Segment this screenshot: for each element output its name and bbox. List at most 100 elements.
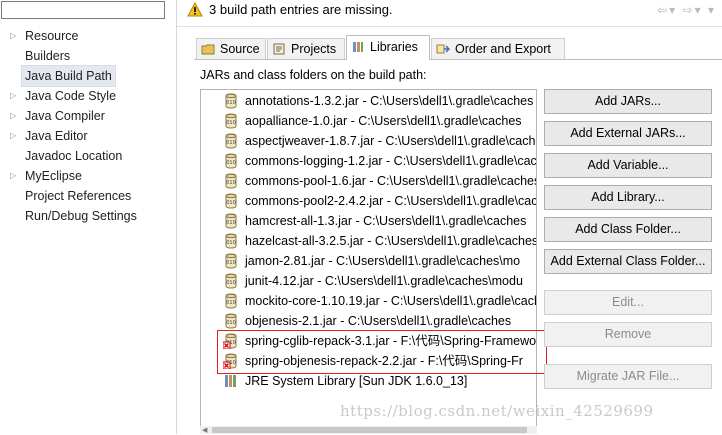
nav-item-label: Run/Debug Settings — [25, 209, 137, 223]
nav-item-java-code-style[interactable]: ▷ Java Code Style — [0, 86, 176, 106]
expand-arrow-icon[interactable]: ▷ — [10, 86, 20, 106]
svg-text:010: 010 — [226, 100, 236, 106]
entry-label: aopalliance-1.0.jar - C:\Users\dell1\.gr… — [245, 114, 522, 128]
jar-icon: 010 — [225, 213, 237, 229]
back-arrow-icon[interactable]: ⇦ — [657, 3, 669, 17]
order-export-icon — [436, 44, 450, 54]
forward-dropdown-icon[interactable]: ▾ — [695, 3, 703, 17]
header-separator — [177, 26, 722, 27]
svg-text:010: 010 — [226, 220, 236, 226]
add-jars-button[interactable]: Add JARs... — [544, 89, 712, 114]
history-nav[interactable]: ⇦▾ ⇨▾ ▾ — [657, 3, 716, 17]
panel-divider — [176, 0, 177, 434]
entry-label: hazelcast-all-3.2.5.jar - C:\Users\dell1… — [245, 234, 537, 248]
warning-icon — [187, 2, 203, 17]
entry-label: hamcrest-all-1.3.jar - C:\Users\dell1\.g… — [245, 214, 527, 228]
entry-label: jamon-2.81.jar - C:\Users\dell1\.gradle\… — [245, 254, 521, 268]
nav-item-label: Java Code Style — [25, 89, 117, 103]
tab-source[interactable]: Source — [196, 38, 266, 59]
nav-item-label: MyEclipse — [25, 169, 82, 183]
add-external-jars-button[interactable]: Add External JARs... — [544, 121, 712, 146]
tab-label: Libraries — [370, 40, 418, 54]
jar-icon: 010 — [225, 93, 237, 109]
nav-item-java-build-path[interactable]: Java Build Path — [0, 65, 176, 87]
add-external-class-folder-button[interactable]: Add External Class Folder... — [544, 249, 712, 274]
nav-item-run-debug-settings[interactable]: Run/Debug Settings — [0, 206, 176, 226]
svg-text:010: 010 — [226, 260, 236, 266]
expand-arrow-icon[interactable]: ▷ — [10, 26, 20, 46]
tab-label: Source — [220, 42, 260, 56]
annotation-highlight-box — [217, 330, 547, 374]
nav-item-java-editor[interactable]: ▷ Java Editor — [0, 126, 176, 146]
entry-label: mockito-core-1.10.19.jar - C:\Users\dell… — [245, 294, 537, 308]
svg-text:010: 010 — [226, 200, 236, 206]
jar-icon: 010 — [225, 193, 237, 209]
nav-item-resource[interactable]: ▷ Resource — [0, 26, 176, 46]
entry-label: objenesis-2.1.jar - C:\Users\dell1\.grad… — [245, 314, 512, 328]
entry-label: annotations-1.3.2.jar - C:\Users\dell1\.… — [245, 94, 534, 108]
nav-item-builders[interactable]: Builders — [0, 46, 176, 66]
scroll-left-arrow-icon[interactable]: ◀ — [202, 426, 207, 434]
source-icon — [201, 44, 215, 55]
back-dropdown-icon[interactable]: ▾ — [669, 3, 677, 17]
libraries-icon — [353, 42, 363, 52]
nav-item-java-compiler[interactable]: ▷ Java Compiler — [0, 106, 176, 126]
library-icon — [225, 375, 236, 387]
jar-icon: 010 — [225, 293, 237, 309]
nav-item-javadoc-location[interactable]: Javadoc Location — [0, 146, 176, 166]
nav-item-myeclipse[interactable]: ▷ MyEclipse — [0, 166, 176, 186]
property-nav-panel: ▷ Resource Builders Java Build Path ▷ Java Co… — [0, 0, 176, 434]
jar-icon: 010 — [225, 313, 237, 329]
add-variable-button[interactable]: Add Variable... — [544, 153, 712, 178]
build-path-caption: JARs and class folders on the build path… — [200, 68, 427, 82]
jar-icon: 010 — [225, 153, 237, 169]
tab-order-and-export[interactable]: Order and Export — [431, 38, 565, 59]
build-path-entries-list[interactable]: 010 annotations-1.3.2.jar - C:\Users\dell… — [200, 89, 537, 434]
forward-arrow-icon[interactable]: ⇨ — [683, 3, 695, 17]
jar-icon: 010 — [225, 273, 237, 289]
missing-entries-message: 3 build path entries are missing. — [209, 2, 393, 17]
nav-item-label: Project References — [25, 189, 132, 203]
svg-text:010: 010 — [226, 280, 236, 286]
jar-icon: 010 — [225, 233, 237, 249]
svg-text:010: 010 — [226, 300, 236, 306]
svg-text:010: 010 — [226, 140, 236, 146]
tab-label: Order and Export — [455, 42, 551, 56]
jar-icon: 010 — [225, 133, 237, 149]
svg-text:010: 010 — [226, 180, 236, 186]
filter-input[interactable] — [1, 1, 165, 19]
projects-icon — [273, 43, 285, 55]
nav-item-project-references[interactable]: Project References — [0, 186, 176, 206]
watermark: https://blog.csdn.net/weixin_42529699 — [340, 402, 654, 420]
view-menu-icon[interactable]: ▾ — [708, 3, 716, 17]
svg-text:010: 010 — [226, 240, 236, 246]
svg-text:010: 010 — [226, 160, 236, 166]
tab-label: Projects — [291, 42, 337, 56]
list-horizontal-scrollbar[interactable]: ◀ — [200, 426, 537, 434]
migrate-jar-file-button[interactable]: Migrate JAR File... — [544, 364, 712, 389]
entry-label: junit-4.12.jar - C:\Users\dell1\.gradle\… — [245, 274, 523, 288]
nav-item-label: Java Build Path — [21, 65, 116, 87]
jar-icon: 010 — [225, 173, 237, 189]
jar-icon: 010 — [225, 113, 237, 129]
tab-projects[interactable]: Projects — [267, 38, 345, 59]
scrollbar-thumb[interactable] — [212, 427, 527, 433]
jar-icon: 010 — [225, 253, 237, 269]
entry-label: aspectjweaver-1.8.7.jar - C:\Users\dell1… — [245, 134, 537, 148]
entry-label: JRE System Library [Sun JDK 1.6.0_13] — [245, 374, 468, 388]
entry-label: commons-logging-1.2.jar - C:\Users\dell1… — [245, 154, 537, 168]
svg-text:010: 010 — [226, 120, 236, 126]
edit-button[interactable]: Edit... — [544, 290, 712, 315]
add-library-button[interactable]: Add Library... — [544, 185, 712, 210]
tab-libraries[interactable]: Libraries — [346, 35, 430, 60]
expand-arrow-icon[interactable]: ▷ — [10, 126, 20, 146]
expand-arrow-icon[interactable]: ▷ — [10, 166, 20, 186]
nav-item-label: Builders — [25, 49, 71, 63]
expand-arrow-icon[interactable]: ▷ — [10, 106, 20, 126]
remove-button[interactable]: Remove — [544, 322, 712, 347]
nav-item-label: Resource — [25, 29, 79, 43]
page-header: 3 build path entries are missing. ⇦▾ ⇨▾ … — [177, 0, 722, 24]
nav-item-label: Java Editor — [25, 129, 88, 143]
svg-text:010: 010 — [226, 320, 236, 326]
add-class-folder-button[interactable]: Add Class Folder... — [544, 217, 712, 242]
